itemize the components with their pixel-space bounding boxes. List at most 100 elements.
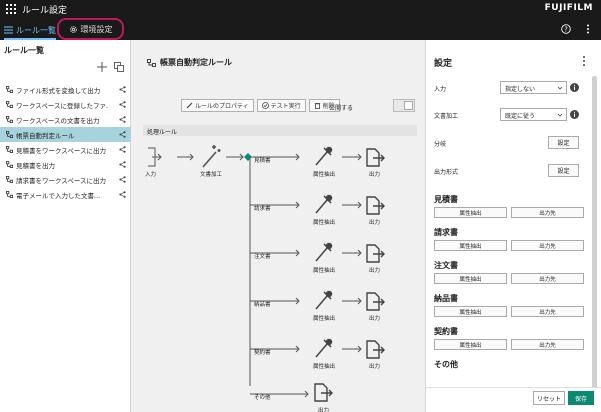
output-caption: 出力 bbox=[369, 220, 381, 226]
extract-settings-button[interactable]: 属性抽出 bbox=[434, 339, 507, 350]
output-icon bbox=[366, 196, 385, 215]
extract-settings-button[interactable]: 属性抽出 bbox=[434, 240, 507, 251]
publish-toggle-knob bbox=[404, 101, 413, 110]
edit-icon bbox=[186, 102, 193, 109]
output-icon bbox=[314, 383, 333, 402]
chevron-down-icon bbox=[557, 86, 563, 90]
flow-edge bbox=[342, 345, 362, 353]
share-icon[interactable] bbox=[119, 191, 126, 198]
doc-process-caption: 文書加工 bbox=[200, 172, 223, 178]
output-destination-button[interactable]: 出力先 bbox=[511, 306, 584, 317]
output-destination-button[interactable]: 出力先 bbox=[511, 339, 584, 350]
tab-rule-list-label: ルール一覧 bbox=[16, 25, 56, 35]
flow-edge bbox=[342, 297, 362, 305]
share-icon[interactable] bbox=[119, 86, 126, 93]
flow-section-label: 処理ルール bbox=[143, 125, 417, 136]
rule-list-item[interactable]: 見積書を出力 bbox=[0, 157, 131, 172]
extract-settings-button[interactable]: 属性抽出 bbox=[434, 207, 507, 218]
share-icon[interactable] bbox=[119, 116, 126, 123]
tab-rule-list[interactable]: ルール一覧 bbox=[4, 23, 56, 40]
output-format-set-button[interactable]: 設定 bbox=[548, 164, 579, 177]
input-caption: 入力 bbox=[145, 172, 157, 178]
rule-properties-button[interactable]: ルールのプロパティ bbox=[181, 99, 254, 112]
save-button[interactable]: 保存 bbox=[568, 391, 594, 405]
rule-list-item[interactable]: 見積書をワークスペースに出力 bbox=[0, 142, 131, 157]
rule-title: 帳票自動判定ルール bbox=[147, 57, 232, 68]
output-icon bbox=[366, 340, 385, 359]
output-destination-button[interactable]: 出力先 bbox=[511, 240, 584, 251]
section-title: 見積書 bbox=[434, 195, 458, 204]
output-destination-button[interactable]: 出力先 bbox=[511, 273, 584, 284]
chevron-down-icon bbox=[557, 113, 563, 117]
settings-scrollbar[interactable] bbox=[592, 76, 597, 396]
extract-icon bbox=[315, 338, 333, 358]
help-icon[interactable]: ? bbox=[561, 24, 571, 34]
test-run-button[interactable]: テスト実行 bbox=[256, 99, 306, 112]
branch-diagram bbox=[250, 146, 385, 402]
tab-bar: ルール一覧 環境設定 ? bbox=[0, 18, 601, 40]
flow-icon bbox=[6, 116, 13, 123]
branch-label: 請求書 bbox=[254, 206, 271, 212]
publish-toggle[interactable] bbox=[393, 99, 415, 112]
rule-properties-label: ルールのプロパティ bbox=[195, 103, 249, 110]
info-icon[interactable] bbox=[570, 110, 579, 119]
output-caption: 出力 bbox=[318, 408, 330, 412]
branch-label: 見積書 bbox=[254, 158, 271, 164]
share-icon[interactable] bbox=[119, 176, 126, 183]
rule-list-item[interactable]: ワークスペースの文書を出力 bbox=[0, 112, 131, 127]
rule-list-item[interactable]: ワークスペースに登録したファ... bbox=[0, 97, 131, 112]
extract-caption: 属性抽出 bbox=[313, 172, 336, 178]
input-setting-label: 入力 bbox=[434, 85, 447, 93]
flow-icon bbox=[6, 161, 13, 168]
output-icon bbox=[366, 292, 385, 311]
output-destination-button[interactable]: 出力先 bbox=[511, 207, 584, 218]
output-caption: 出力 bbox=[369, 172, 381, 178]
rule-list-item-label: 請求書をワークスペースに出力 bbox=[16, 176, 107, 185]
rule-list-item-label: 帳票自動判定ルール bbox=[16, 131, 75, 140]
input-select[interactable]: 指定しない bbox=[500, 81, 567, 94]
rule-list-item[interactable]: 請求書をワークスペースに出力 bbox=[0, 172, 131, 187]
extract-caption: 属性抽出 bbox=[313, 316, 336, 322]
info-icon[interactable] bbox=[570, 83, 579, 92]
branch-label: 契約書 bbox=[254, 350, 271, 356]
section-title: 注文書 bbox=[434, 261, 458, 270]
extract-settings-button[interactable]: 属性抽出 bbox=[434, 273, 507, 284]
settings-footer: リセット 保存 bbox=[426, 387, 601, 412]
section-title: その他 bbox=[434, 360, 458, 369]
test-run-label: テスト実行 bbox=[270, 103, 301, 110]
rule-list-panel: ルール一覧 ファイル形式を変換して出力 ワークスペースに登録したファ... ワークス… bbox=[0, 40, 131, 412]
rule-list: ファイル形式を変換して出力ワークスペースに登録したファ... ワークスペースの文書… bbox=[0, 82, 131, 202]
rule-list-item-label: ファイル形式を変換して出力 bbox=[16, 86, 101, 95]
rule-list-item-label: 電子メールで入力した文書... bbox=[16, 191, 101, 200]
flow-edge bbox=[342, 249, 362, 257]
branch-set-button[interactable]: 設定 bbox=[548, 136, 579, 149]
add-icon[interactable] bbox=[97, 62, 107, 72]
flow-icon bbox=[6, 131, 13, 138]
more-vert-icon[interactable] bbox=[583, 24, 593, 34]
app-title: ルール設定 bbox=[22, 6, 68, 16]
reset-button[interactable]: リセット bbox=[533, 391, 565, 405]
gear-icon bbox=[69, 25, 77, 33]
svg-text:?: ? bbox=[564, 26, 568, 34]
copy-icon[interactable] bbox=[114, 62, 124, 72]
rule-title-text: 帳票自動判定ルール bbox=[160, 58, 232, 67]
settings-panel: 設定 入力 指定しない 文書加工 既定に従う 分岐 設定 出力形式 設定 見積書… bbox=[425, 40, 601, 412]
flow-icon bbox=[6, 191, 13, 198]
share-icon[interactable] bbox=[119, 161, 126, 168]
output-icon bbox=[366, 148, 385, 167]
branch-setting-label: 分岐 bbox=[434, 140, 447, 148]
tab-environment-settings[interactable]: 環境設定 bbox=[57, 18, 124, 40]
share-icon[interactable] bbox=[119, 101, 126, 108]
doc-process-select[interactable]: 既定に従う bbox=[500, 108, 567, 121]
publish-label: 公開する bbox=[329, 105, 354, 112]
share-icon[interactable] bbox=[119, 131, 126, 138]
share-icon[interactable] bbox=[119, 146, 126, 153]
apps-grid-icon[interactable] bbox=[6, 4, 16, 14]
settings-more-icon[interactable] bbox=[581, 55, 587, 67]
rule-list-item[interactable]: ファイル形式を変換して出力 bbox=[0, 82, 131, 97]
doc-process-setting-label: 文書加工 bbox=[434, 112, 459, 120]
rule-list-item[interactable]: 帳票自動判定ルール bbox=[0, 127, 131, 142]
rule-list-item[interactable]: 電子メールで入力した文書... bbox=[0, 187, 131, 202]
flow-edge bbox=[342, 153, 362, 161]
extract-settings-button[interactable]: 属性抽出 bbox=[434, 306, 507, 317]
